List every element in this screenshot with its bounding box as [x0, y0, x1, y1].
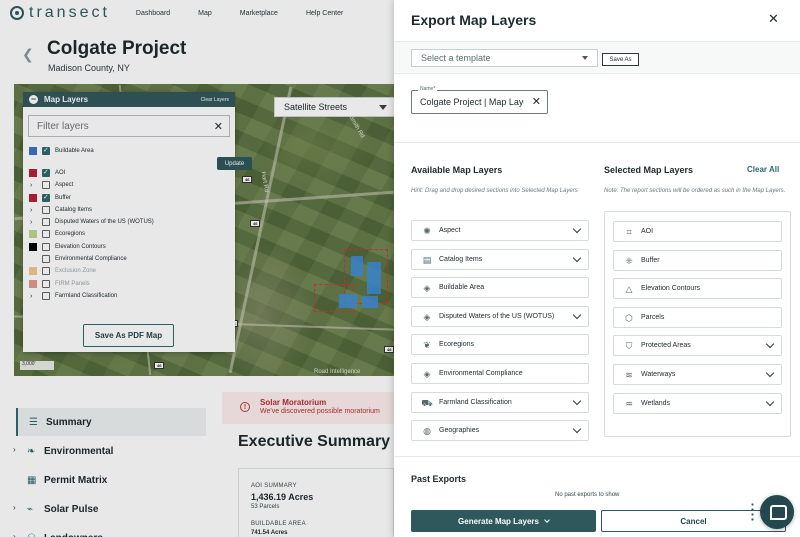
map-layer-item[interactable]: ≋ Waterways: [613, 364, 782, 385]
past-exports-title: Past Exports: [411, 474, 467, 484]
shield-icon: ⛉: [625, 341, 633, 352]
map-layer-item[interactable]: ✺ Aspect: [411, 220, 589, 241]
chevron-down-icon[interactable]: [572, 396, 582, 405]
compass-icon: ✺: [423, 226, 431, 236]
template-select[interactable]: Select a template: [411, 49, 598, 67]
name-input[interactable]: [420, 97, 524, 107]
selected-layers-title: Selected Map Layers: [604, 165, 694, 175]
divider: [394, 142, 800, 143]
buffer-icon: ⁜: [625, 255, 633, 266]
map-layer-item[interactable]: ⛉ Protected Areas: [613, 335, 782, 357]
clear-input-icon[interactable]: ✕: [532, 95, 541, 108]
map-layer-item[interactable]: ◈ Buildable Area: [411, 277, 589, 299]
wetland-icon: ♒: [624, 398, 634, 409]
project-app: transect Dashboard Map Marketplace Help …: [0, 0, 394, 537]
map-layer-item[interactable]: ♒ Wetlands: [613, 392, 782, 414]
map-layer-label: Elevation Contours: [641, 285, 701, 293]
map-layer-label: Parcels: [641, 313, 665, 321]
selected-layers-hint: Note: The report sections will be ordere…: [604, 188, 786, 194]
chat-icon[interactable]: [760, 495, 794, 529]
map-layer-label: Buffer: [641, 256, 660, 264]
chevron-down-icon[interactable]: [572, 424, 582, 434]
map-layer-label: Protected Areas: [641, 342, 691, 350]
map-layer-label: Disputed Waters of the US (WOTUS): [439, 312, 555, 320]
catalog-icon: ▤: [422, 254, 432, 265]
export-map-layers-panel: Export Map Layers ✕ Select a template Sa…: [394, 0, 800, 537]
waves-icon: ≋: [625, 370, 633, 380]
save-as-button[interactable]: Save As: [602, 53, 639, 66]
map-layer-label: Ecoregions: [439, 341, 475, 349]
map-layer-item[interactable]: ⛟ Farmland Classification: [411, 391, 589, 413]
chevron-down-icon: [582, 56, 588, 60]
template-bar: Select a template Save As: [394, 41, 800, 74]
chevron-down-icon[interactable]: [572, 224, 582, 234]
map-layer-item[interactable]: ◈ Disputed Waters of the US (WOTUS): [411, 305, 589, 327]
template-select-placeholder: Select a template: [421, 53, 491, 63]
map-layer-item[interactable]: ❦ Ecoregions: [411, 334, 589, 356]
drag-handle-icon[interactable]: [750, 502, 755, 522]
available-layers-hint: Hint: Drag and drop desired sections int…: [411, 188, 578, 194]
map-layer-label: AOI: [641, 228, 654, 235]
map-layer-item[interactable]: ◈ Environmental Compliance: [411, 363, 589, 384]
map-layer-label: Wetlands: [641, 399, 671, 407]
chevron-down-icon[interactable]: [765, 368, 775, 378]
map-layer-label: Geographies: [439, 427, 480, 435]
map-layer-item[interactable]: ⁜ Buffer: [613, 249, 782, 271]
map-layer-label: Aspect: [439, 227, 461, 234]
map-layer-label: Catalog Items: [439, 255, 483, 263]
tractor-icon: ⛟: [421, 397, 433, 408]
map-layer-item[interactable]: ⌗ AOI: [613, 221, 782, 242]
modal-backdrop[interactable]: [0, 0, 394, 537]
layers-icon: ◈: [423, 283, 431, 294]
cancel-button[interactable]: Cancel: [601, 510, 786, 532]
generate-label: Generate Map Layers: [458, 516, 539, 526]
layers-icon: ◈: [423, 369, 431, 379]
map-layer-item[interactable]: ⬡ Parcels: [613, 306, 782, 328]
chevron-down-icon[interactable]: [765, 397, 775, 406]
panel-title: Export Map Layers: [411, 12, 537, 28]
mountain-icon: △: [625, 284, 633, 295]
divider: [394, 456, 800, 457]
generate-map-layers-button[interactable]: Generate Map Layers: [411, 510, 596, 532]
map-layer-item[interactable]: ▤ Catalog Items: [411, 248, 589, 270]
map-layer-label: Farmland Classification: [439, 398, 512, 406]
map-layer-label: Buildable Area: [439, 284, 485, 292]
map-layer-item[interactable]: △ Elevation Contours: [613, 278, 782, 300]
leaf-icon: ❦: [423, 340, 431, 351]
globe-icon: ◍: [423, 426, 431, 437]
aoi-icon: ⌗: [626, 227, 632, 237]
chevron-down-icon[interactable]: [572, 310, 582, 320]
map-layer-label: Environmental Compliance: [439, 370, 523, 377]
name-field-label: Name*: [418, 86, 438, 92]
layers-icon: ◈: [423, 311, 431, 322]
chevron-down-icon: [544, 516, 550, 523]
name-field[interactable]: Name* ✕: [411, 86, 548, 114]
map-layer-item[interactable]: ◍ Geographies: [411, 420, 589, 442]
parcel-icon: ⬡: [625, 312, 633, 323]
map-layer-label: Waterways: [641, 371, 676, 378]
clear-all-link[interactable]: Clear All: [747, 165, 779, 174]
chevron-down-icon[interactable]: [765, 340, 775, 349]
chevron-down-icon[interactable]: [572, 253, 582, 262]
available-layers-title: Available Map Layers: [411, 165, 503, 175]
past-exports-empty: No past exports to show: [555, 492, 620, 498]
close-icon[interactable]: ✕: [768, 11, 779, 27]
